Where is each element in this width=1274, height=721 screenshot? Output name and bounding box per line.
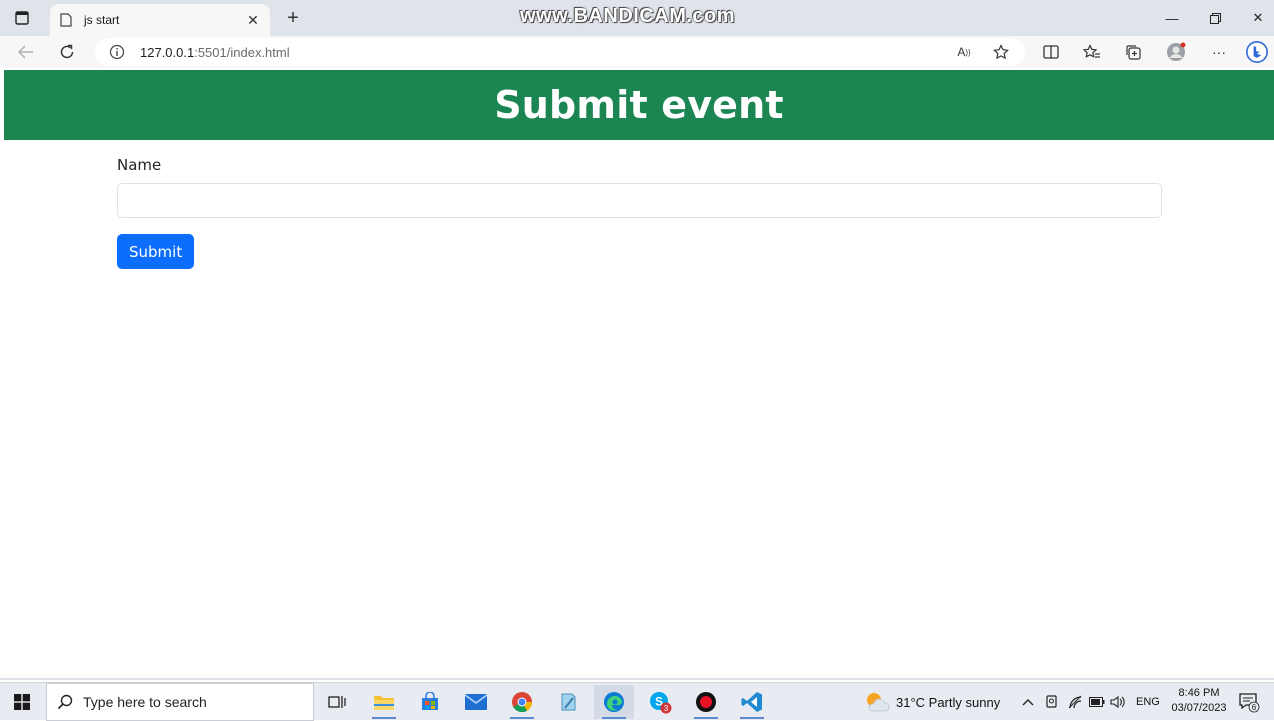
more-options-icon[interactable]: ···	[1208, 41, 1230, 63]
mail-icon[interactable]	[456, 685, 496, 719]
name-input[interactable]	[117, 183, 1162, 218]
bing-copilot-icon[interactable]	[1246, 41, 1268, 63]
name-label: Name	[117, 156, 162, 174]
notification-center-icon[interactable]: 6	[1238, 691, 1260, 713]
partly-sunny-icon	[867, 693, 890, 712]
weather-widget[interactable]: 31°C Partly sunny	[864, 683, 1000, 721]
running-indicator	[602, 717, 626, 719]
new-tab-icon[interactable]: +	[282, 7, 304, 29]
tab-actions-icon[interactable]	[8, 6, 36, 30]
windows-taskbar: Type here to search S3 31°C Partly sunny	[0, 682, 1274, 721]
running-indicator	[694, 717, 718, 719]
file-explorer-icon[interactable]	[364, 685, 404, 719]
close-window-icon[interactable]: ✕	[1246, 6, 1270, 30]
read-aloud-icon[interactable]: A))	[955, 43, 973, 61]
language-indicator[interactable]: ENG	[1136, 683, 1160, 721]
address-bar[interactable]: 127.0.0.1:5501/index.html A))	[95, 38, 1025, 66]
favorite-star-icon[interactable]	[992, 43, 1010, 61]
notepad-app-icon[interactable]	[548, 685, 588, 719]
url-text: 127.0.0.1:5501/index.html	[140, 45, 290, 60]
task-view-icon[interactable]	[317, 685, 357, 719]
restore-icon[interactable]	[1203, 6, 1227, 30]
browser-toolbar: 127.0.0.1:5501/index.html A)) ···	[0, 36, 1274, 68]
close-tab-icon[interactable]: ✕	[244, 11, 262, 29]
tab-title: js start	[84, 13, 120, 27]
search-icon	[47, 694, 83, 710]
submit-button[interactable]: Submit	[117, 234, 195, 269]
back-icon[interactable]	[14, 40, 38, 64]
url-path: :5501/index.html	[194, 45, 290, 60]
windows-start-icon[interactable]	[0, 683, 44, 721]
site-info-icon[interactable]	[109, 44, 125, 60]
url-host: 127.0.0.1	[140, 45, 195, 60]
window-bottom-border	[0, 678, 1274, 680]
skype-badge-count: 3	[664, 704, 669, 713]
split-screen-icon[interactable]	[1040, 41, 1062, 63]
skype-icon[interactable]: S3	[640, 685, 680, 719]
weather-text: 31°C Partly sunny	[896, 694, 1001, 710]
clock-date: 03/07/2023	[1171, 702, 1227, 714]
minimize-icon[interactable]: —	[1160, 6, 1184, 30]
notification-count: 6	[1252, 703, 1257, 712]
browser-tab-strip: js start ✕ + www.BANDICAM.com — ✕	[0, 0, 1274, 36]
meet-now-icon[interactable]	[1045, 683, 1059, 721]
bandicam-record-icon[interactable]	[686, 685, 726, 719]
favorites-icon[interactable]	[1081, 41, 1103, 63]
running-indicator	[372, 717, 396, 719]
search-placeholder: Type here to search	[83, 694, 207, 710]
vscode-icon[interactable]	[732, 685, 772, 719]
clock-time: 8:46 PM	[1178, 687, 1220, 699]
tab-js-start[interactable]: js start ✕	[50, 4, 270, 36]
page-viewport: Submit event Name Submit	[4, 70, 1274, 678]
refresh-icon[interactable]	[55, 40, 79, 64]
wifi-icon[interactable]	[1068, 683, 1084, 721]
profile-avatar-icon[interactable]	[1165, 41, 1187, 63]
system-clock[interactable]: 8:46 PM 03/07/2023	[1168, 686, 1230, 716]
page-icon	[58, 12, 74, 28]
battery-icon[interactable]	[1089, 683, 1105, 721]
volume-icon[interactable]	[1110, 683, 1126, 721]
submit-form: Name Submit	[117, 156, 1163, 269]
chrome-icon[interactable]	[502, 685, 542, 719]
taskbar-search-box[interactable]: Type here to search	[46, 683, 314, 721]
page-title: Submit event	[494, 83, 784, 127]
running-indicator	[510, 717, 534, 719]
collections-icon[interactable]	[1122, 41, 1144, 63]
edge-icon[interactable]	[594, 685, 634, 719]
show-hidden-icons-icon[interactable]	[1022, 683, 1034, 721]
microsoft-store-icon[interactable]	[410, 685, 450, 719]
running-indicator	[740, 717, 764, 719]
recording-watermark: www.BANDICAM.com	[520, 5, 736, 27]
page-header: Submit event	[4, 70, 1274, 140]
